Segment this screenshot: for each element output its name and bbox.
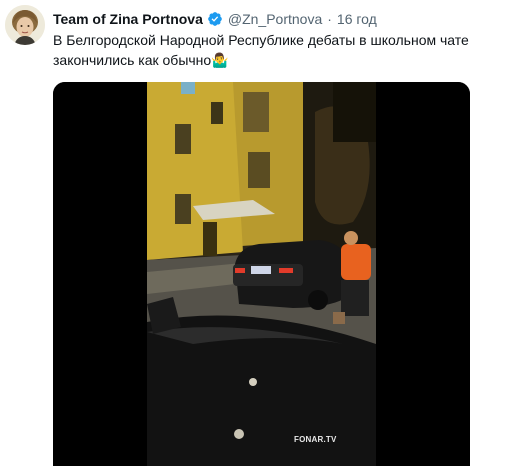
avatar[interactable] (5, 5, 45, 45)
timestamp[interactable]: 16 год (337, 11, 377, 27)
shrug-emoji-icon: 🤷‍♂️ (211, 52, 229, 68)
video-watermark: FONAR.TV (294, 435, 337, 444)
verified-badge-icon (207, 11, 223, 27)
separator-dot: · (327, 11, 332, 27)
video-player[interactable]: FONAR.TV (53, 82, 470, 466)
tweet-text-body: В Белгородской Народной Республике дебат… (53, 32, 469, 68)
author-handle[interactable]: @Zn_Portnova (228, 11, 322, 27)
tweet-header: Team of Zina Portnova @Zn_Portnova · 16 … (53, 9, 377, 29)
video-frame (53, 82, 470, 466)
tweet[interactable]: Team of Zina Portnova @Zn_Portnova · 16 … (0, 0, 511, 466)
author-name[interactable]: Team of Zina Portnova (53, 11, 203, 27)
tweet-text: В Белгородской Народной Республике дебат… (53, 30, 501, 70)
